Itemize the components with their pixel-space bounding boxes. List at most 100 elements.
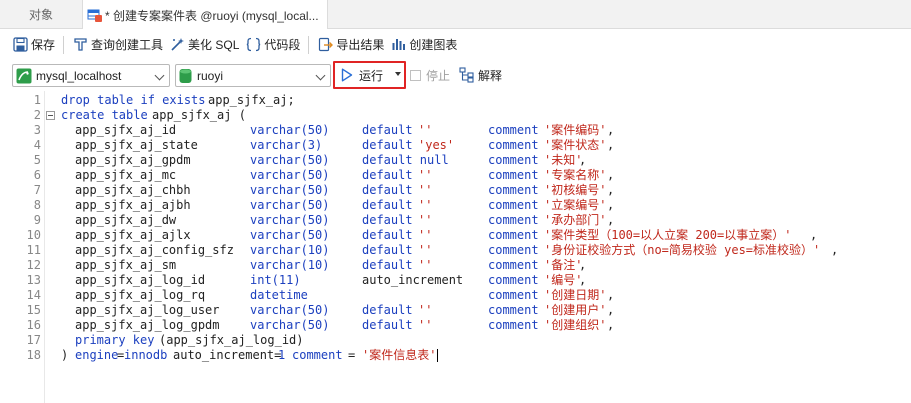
query-builder-icon <box>72 37 88 53</box>
sql-keyword: varchar(50) <box>250 198 330 212</box>
sql-keyword: comment <box>488 168 539 182</box>
code-line: 11 app_sjfx_aj_config_sfz varchar(10) defau… <box>0 243 911 258</box>
sql-keyword: primary key <box>75 333 155 347</box>
sql-string: '案件状态' <box>544 138 607 152</box>
magic-wand-icon <box>169 37 185 53</box>
query-builder-button[interactable]: 查询创建工具 <box>69 33 166 57</box>
sql-keyword: varchar(50) <box>250 153 330 167</box>
query-table-icon <box>87 7 103 23</box>
sql-editor[interactable]: 1 drop table if exists app_sjfx_aj; 2 create… <box>0 91 911 403</box>
sql-keyword: default <box>362 318 413 332</box>
code-line: 9 app_sjfx_aj_dw varchar(50) default '' comme… <box>0 213 911 228</box>
line-number: 16 <box>26 318 41 332</box>
sql-identifier: , <box>607 303 615 317</box>
tab-objects[interactable]: 对象 <box>0 0 82 29</box>
line-number: 1 <box>33 93 41 107</box>
sql-identifier: app_sjfx_aj_ajbh <box>75 198 191 212</box>
sql-identifier: , <box>831 243 839 257</box>
save-label: 保存 <box>31 38 56 52</box>
sql-keyword: comment <box>488 303 539 317</box>
sql-string: '' <box>418 258 433 272</box>
code-snippet-icon <box>245 37 261 53</box>
beautify-sql-button[interactable]: 美化 SQL <box>166 33 242 57</box>
sql-keyword: comment <box>488 123 539 137</box>
sql-string: '案件信息表' <box>362 348 437 362</box>
tab-query-label: * 创建专案案件表 @ruoyi (mysql_local... <box>105 8 319 23</box>
sql-string: '' <box>418 198 433 212</box>
tab-objects-label: 对象 <box>28 8 53 22</box>
sql-keyword: drop table if exists <box>61 93 206 107</box>
save-button[interactable]: 保存 <box>9 33 58 57</box>
sql-keyword: engine <box>75 348 119 362</box>
sql-identifier: , <box>579 153 587 167</box>
code-line: 4 app_sjfx_aj_state varchar(3) default 'yes'… <box>0 138 911 153</box>
sql-keyword: varchar(10) <box>250 243 330 257</box>
sql-identifier: , <box>579 273 587 287</box>
sql-identifier: , <box>607 318 615 332</box>
sql-string: 'yes' <box>418 138 455 152</box>
sql-identifier: app_sjfx_aj_log_rq <box>75 288 206 302</box>
sql-identifier: , <box>607 288 615 302</box>
sql-keyword: varchar(50) <box>250 318 330 332</box>
sql-string: '' <box>418 303 433 317</box>
run-button[interactable]: 运行 <box>341 66 383 84</box>
sql-string: '立案编号' <box>544 198 607 212</box>
sql-keyword: int(11) <box>250 273 301 287</box>
sql-keyword: varchar(3) <box>250 138 323 152</box>
sql-keyword: varchar(50) <box>250 303 330 317</box>
database-select[interactable]: ruoyi <box>175 64 331 87</box>
line-number: 18 <box>26 348 41 362</box>
code-line: 7 app_sjfx_aj_chbh varchar(50) default '' com… <box>0 183 911 198</box>
sql-string: '案件类型（100=以人立案 200=以事立案）' <box>544 228 792 242</box>
sql-keyword: create table <box>61 108 148 122</box>
sql-string: '' <box>418 183 433 197</box>
code-line: 10 app_sjfx_aj_ajlx varchar(50) default '' co… <box>0 228 911 243</box>
chevron-down-icon <box>154 70 165 81</box>
sql-identifier: app_sjfx_aj_log_id <box>75 273 206 287</box>
snippet-button[interactable]: 代码段 <box>242 33 303 57</box>
line-number: 11 <box>26 243 41 257</box>
sql-identifier: app_sjfx_aj_mc <box>75 168 177 182</box>
explain-button[interactable]: 解释 <box>459 66 502 84</box>
run-label: 运行 <box>359 68 384 83</box>
code-line: 5 app_sjfx_aj_gpdm varchar(50) default null… <box>0 153 911 168</box>
code-line: 6 app_sjfx_aj_mc varchar(50) default '' comme… <box>0 168 911 183</box>
sql-identifier: app_sjfx_aj; <box>208 93 295 107</box>
stop-button[interactable]: 停止 <box>410 66 450 84</box>
sql-identifier: app_sjfx_aj_gpdm <box>75 153 191 167</box>
code-line: 18) engine = innodb auto_increment= 1 comment =… <box>0 348 911 363</box>
create-chart-button[interactable]: 创建图表 <box>387 33 460 57</box>
sql-keyword: default <box>362 138 413 152</box>
sql-identifier: app_sjfx_aj_id <box>75 123 177 137</box>
code-line: 2 create table app_sjfx_aj ( <box>0 108 911 123</box>
sql-keyword: varchar(50) <box>250 213 330 227</box>
sql-identifier: , <box>579 258 587 272</box>
sql-keyword: datetime <box>250 288 308 302</box>
sql-string: '专案名称' <box>544 168 607 182</box>
connection-select[interactable]: mysql_localhost <box>12 64 170 87</box>
fold-toggle-icon[interactable] <box>46 111 55 120</box>
export-results-button[interactable]: 导出结果 <box>314 33 387 57</box>
sql-identifier: app_sjfx_aj_log_gpdm <box>75 318 220 332</box>
sql-identifier: app_sjfx_aj_log_user <box>75 303 220 317</box>
sql-identifier: , <box>607 138 615 152</box>
tab-query-editor[interactable]: * 创建专案案件表 @ruoyi (mysql_local... <box>82 0 328 30</box>
sql-keyword: comment <box>488 273 539 287</box>
sql-identifier: app_sjfx_aj_sm <box>75 258 177 272</box>
text-cursor <box>437 349 438 362</box>
sql-keyword: comment <box>488 318 539 332</box>
run-dropdown-caret-icon[interactable] <box>395 72 401 76</box>
toolbar-divider <box>63 35 65 54</box>
sql-identifier: , <box>607 168 615 182</box>
connection-value: mysql_localhost <box>36 68 122 83</box>
sql-keyword: comment <box>488 258 539 272</box>
code-line: 3 app_sjfx_aj_id varchar(50) default '' comme… <box>0 123 911 138</box>
connection-icon <box>16 68 32 84</box>
line-number: 10 <box>26 228 41 242</box>
sql-string: '' <box>418 213 433 227</box>
code-line: 17 primary key (app_sjfx_aj_log_id) <box>0 333 911 348</box>
code-line: 12 app_sjfx_aj_sm varchar(10) default '' comm… <box>0 258 911 273</box>
play-icon <box>341 68 353 82</box>
line-number: 5 <box>33 153 41 167</box>
sql-keyword: comment <box>292 348 343 362</box>
